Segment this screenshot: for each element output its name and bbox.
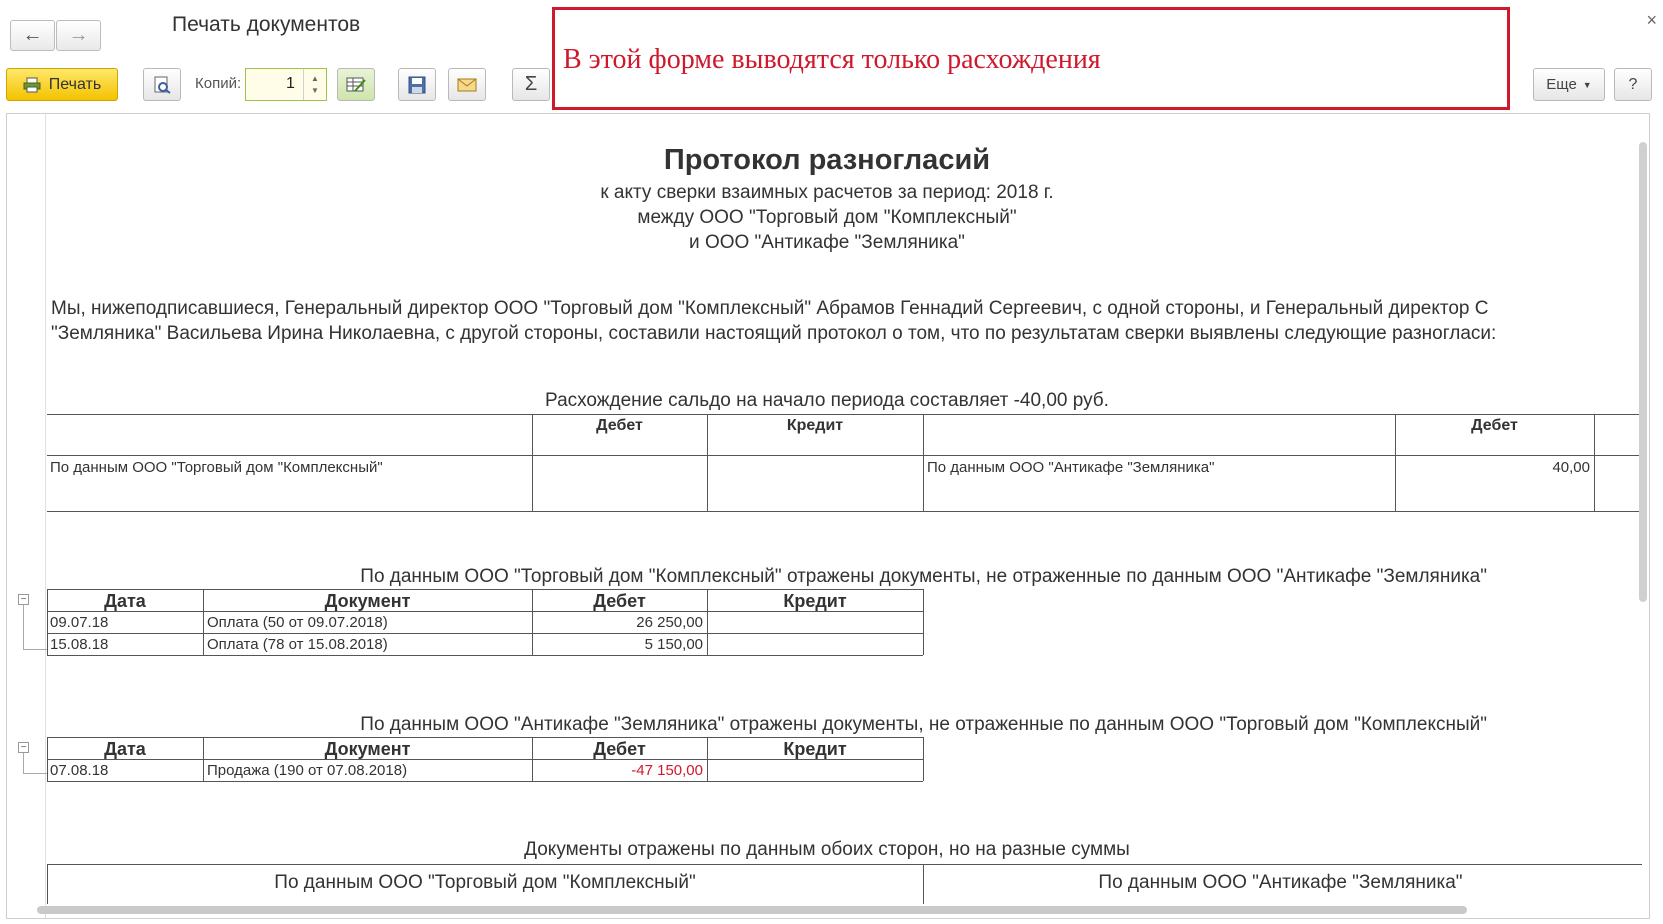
- table-1-row-1-document: Оплата (50 от 09.07.2018): [207, 614, 388, 631]
- back-button[interactable]: ←: [10, 20, 55, 51]
- table-2-header-document: Документ: [324, 739, 411, 759]
- balance-left-party: По данным ООО "Торговый дом "Комплексный…: [50, 459, 383, 476]
- magnifier-page-icon: [154, 76, 171, 94]
- printer-icon: [23, 77, 41, 92]
- table-1-row-2-date: 15.08.18: [50, 636, 109, 653]
- grouping-gutter: [7, 114, 46, 918]
- balance-col-divider: [1594, 414, 1595, 511]
- document-subtitle-1: к акту сверки взаимных расчетов за перио…: [600, 182, 1054, 203]
- document-title: Протокол разногласий: [663, 144, 991, 176]
- section-2-caption: По данным ООО "Антикафе "Земляника" отра…: [360, 714, 1487, 735]
- floppy-icon: [408, 76, 426, 93]
- table-2-header-debit: Дебет: [593, 739, 646, 759]
- balance-table-bottom-border: [47, 511, 1642, 512]
- help-label: ?: [1628, 75, 1638, 93]
- preview-button[interactable]: [143, 68, 181, 101]
- table-1-header-credit: Кредит: [783, 591, 847, 611]
- table-3-right-header: По данным ООО "Антикафе "Земляника": [1098, 872, 1463, 893]
- forward-button[interactable]: →: [56, 20, 101, 51]
- table-1-border: [923, 589, 924, 655]
- window-title: Печать документов: [172, 13, 361, 36]
- table-1-row-1-debit: 26 250,00: [636, 614, 703, 631]
- table-1-header-debit: Дебет: [593, 591, 646, 611]
- group-bracket: [23, 753, 24, 773]
- copies-label: Копий:: [195, 75, 242, 92]
- sigma-icon: Σ: [524, 73, 538, 95]
- copies-value[interactable]: 1: [286, 75, 295, 93]
- section-3-caption: Документы отражены по данным обоих сторо…: [524, 839, 1130, 860]
- intro-paragraph-line-1: Мы, нижеподписавшиеся, Генеральный дирек…: [51, 298, 1489, 319]
- table-1-row-1-date: 09.07.18: [50, 614, 109, 631]
- copies-stepper[interactable]: 1 ▲ ▼: [245, 68, 327, 101]
- table-1-border: [47, 633, 923, 634]
- collapse-group-icon[interactable]: −: [18, 742, 29, 753]
- arrow-right-icon: →: [68, 24, 89, 46]
- table-2-header-credit: Кредит: [783, 739, 847, 759]
- balance-debit-header-right: Дебет: [1471, 417, 1518, 434]
- table-1-header-document: Документ: [324, 591, 411, 611]
- chevron-down-icon: ▼: [1582, 79, 1592, 90]
- intro-paragraph-line-2: "Земляника" Васильева Ирина Николаевна, …: [51, 323, 1497, 344]
- email-button[interactable]: [448, 68, 486, 101]
- balance-table-top-border: [47, 414, 1642, 415]
- collapse-group-icon[interactable]: −: [18, 594, 29, 605]
- section-1-caption: По данным ООО "Торговый дом "Комплексный…: [360, 566, 1487, 587]
- table-2-row-1-debit: -47 150,00: [631, 762, 703, 779]
- scroll-thumb[interactable]: [37, 906, 1467, 914]
- close-icon[interactable]: ×: [1646, 10, 1657, 31]
- group-bracket: [23, 773, 47, 774]
- table-3-left-header: По данным ООО "Торговый дом "Комплексный…: [274, 872, 696, 893]
- balance-right-debit: 40,00: [1552, 459, 1590, 476]
- table-1-header-date: Дата: [104, 591, 146, 611]
- table-1-border: [47, 655, 923, 656]
- document-subtitle-2: между ООО "Торговый дом "Комплексный": [637, 207, 1017, 228]
- balance-caption: Расхождение сальдо на начало периода сос…: [545, 390, 1109, 411]
- sum-button[interactable]: Σ: [512, 68, 550, 101]
- table-3-border: [47, 864, 1642, 865]
- document-subtitle-3: и ООО "Антикафе "Земляника": [689, 232, 965, 253]
- table-2-header-date: Дата: [104, 739, 146, 759]
- table-2-row-1-document: Продажа (190 от 07.08.2018): [207, 762, 408, 779]
- balance-right-party: По данным ООО "Антикафе "Земляника": [927, 459, 1215, 476]
- scroll-thumb[interactable]: [1639, 142, 1647, 602]
- annotation-text: В этой форме выводятся только расхождени…: [563, 44, 1101, 75]
- spinner[interactable]: ▲ ▼: [303, 69, 326, 100]
- vertical-scrollbar[interactable]: [1637, 122, 1647, 892]
- table-edit-icon: [346, 77, 366, 92]
- print-button[interactable]: Печать: [6, 68, 118, 101]
- table-1-row-2-document: Оплата (78 от 15.08.2018): [207, 636, 388, 653]
- envelope-icon: [457, 78, 477, 91]
- arrow-left-icon: ←: [22, 24, 43, 46]
- spin-down-icon[interactable]: ▼: [311, 85, 319, 97]
- more-button[interactable]: Еще ▼: [1533, 68, 1605, 101]
- group-bracket: [23, 605, 24, 649]
- table-2-border: [47, 781, 923, 782]
- table-1-border: [47, 589, 923, 590]
- spreadsheet-document[interactable]: Протокол разногласий к акту сверки взаим…: [6, 113, 1650, 919]
- balance-credit-header: Кредит: [786, 417, 844, 434]
- nav-group: ← →: [10, 10, 102, 51]
- balance-table-mid-border: [47, 455, 1642, 456]
- table-1-row-2-debit: 5 150,00: [644, 636, 703, 653]
- spin-up-icon[interactable]: ▲: [311, 73, 319, 85]
- group-bracket: [23, 649, 47, 650]
- save-button[interactable]: [398, 68, 436, 101]
- table-2-border: [923, 737, 924, 781]
- table-2-row-1-date: 07.08.18: [50, 762, 109, 779]
- balance-debit-header: Дебет: [596, 417, 643, 434]
- help-button[interactable]: ?: [1614, 68, 1652, 101]
- more-label: Еще: [1546, 76, 1577, 93]
- balance-col-divider: [923, 414, 924, 511]
- table-2-border: [47, 737, 923, 738]
- print-label: Печать: [48, 75, 102, 93]
- annotation-box: В этой форме выводятся только расхождени…: [552, 7, 1510, 110]
- edit-mode-button[interactable]: [337, 68, 375, 101]
- horizontal-scrollbar[interactable]: [37, 904, 1617, 914]
